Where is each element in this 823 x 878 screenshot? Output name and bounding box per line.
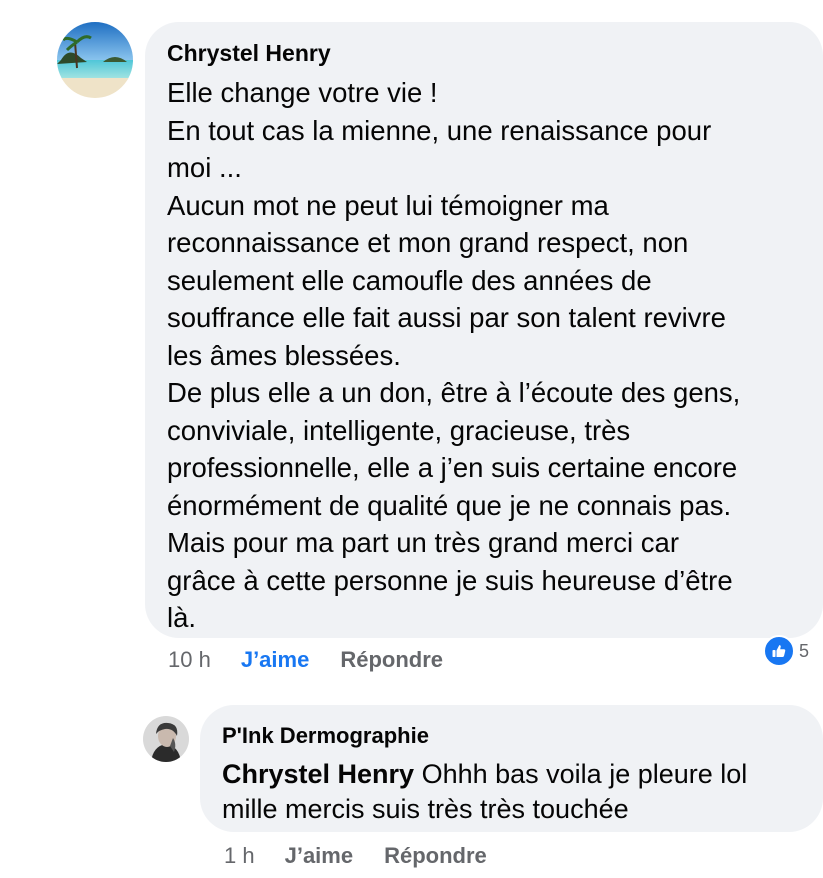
- reply-author-avatar[interactable]: [143, 716, 189, 762]
- reply-reply-button[interactable]: Répondre: [384, 843, 487, 869]
- reply-actions: 1 h J’aime Répondre: [224, 843, 487, 869]
- reply-text-line1: Ohhh bas voila je pleure lol: [414, 759, 748, 789]
- reaction-count-badge[interactable]: 5: [763, 635, 810, 667]
- comment-actions: 10 h J’aime Répondre: [168, 647, 443, 673]
- mention-link[interactable]: Chrystel Henry: [222, 759, 414, 789]
- reply-author-name[interactable]: P'Ink Dermographie: [222, 723, 429, 749]
- reply-button[interactable]: Répondre: [340, 647, 443, 673]
- comment-text: Elle change votre vie ! En tout cas la m…: [167, 77, 741, 633]
- reply-text: Chrystel Henry Ohhh bas voila je pleure …: [222, 757, 812, 827]
- like-button[interactable]: J’aime: [241, 647, 310, 673]
- comment-bubble: Chrystel Henry Elle change votre vie ! E…: [145, 22, 823, 638]
- profile-photo-avatar-image: [143, 716, 189, 762]
- reply-text-line2: mille mercis suis très très touchée: [222, 794, 629, 824]
- beach-avatar-image: [57, 22, 133, 98]
- reply-like-button[interactable]: J’aime: [285, 843, 354, 869]
- comment-author-avatar[interactable]: [57, 22, 133, 98]
- reply-bubble: P'Ink Dermographie Chrystel Henry Ohhh b…: [200, 705, 823, 832]
- reply-timestamp[interactable]: 1 h: [224, 843, 255, 869]
- comment-author-name[interactable]: Chrystel Henry: [167, 40, 331, 67]
- thumbs-up-icon: [763, 635, 795, 667]
- reaction-count: 5: [799, 640, 810, 661]
- comment-timestamp[interactable]: 10 h: [168, 647, 211, 673]
